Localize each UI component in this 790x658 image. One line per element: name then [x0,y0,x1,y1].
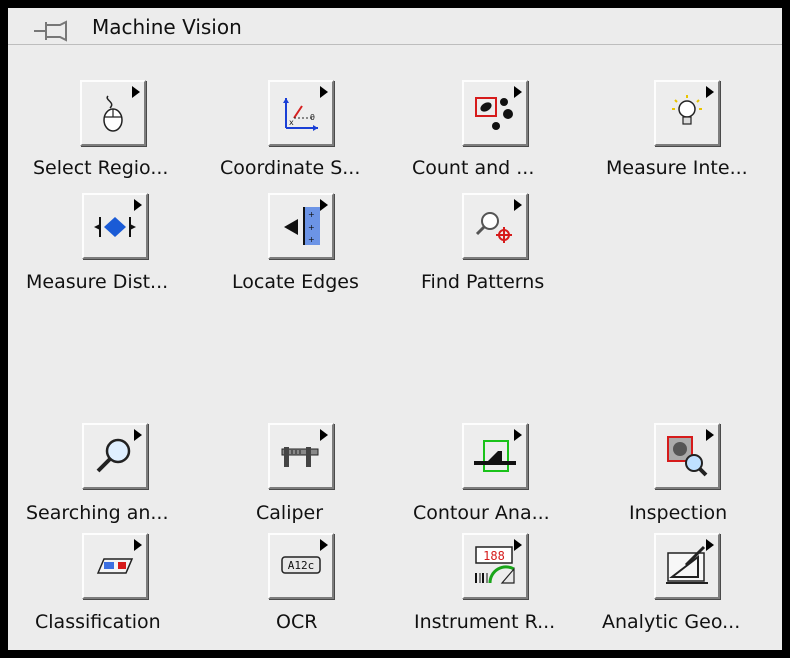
item-label: Instrument R... [414,611,556,633]
palette-panel: Select Regio... x θ Coordinate S... Coun… [8,45,782,650]
caliper-icon [281,447,319,467]
inspection-button[interactable] [654,423,720,489]
item-label: OCR [276,611,318,633]
item-label: Coordinate S... [220,157,361,179]
mouse-select-icon [103,95,123,132]
locate-edges-button[interactable]: + + + [268,193,334,259]
find-patterns-button[interactable] [462,193,528,259]
item-searching-and-matching[interactable]: Searching an... [26,423,226,533]
submenu-arrow-icon [320,429,328,441]
searching-button[interactable] [82,423,148,489]
item-label: Contour Ana... [413,502,550,524]
item-select-region[interactable]: Select Regio... [33,80,233,190]
item-label: Classification [35,611,161,633]
submenu-arrow-icon [706,539,714,551]
submenu-arrow-icon [706,86,714,98]
item-label: Locate Edges [232,271,359,293]
palette-titlebar[interactable]: Machine Vision [8,8,782,45]
select-region-button[interactable] [80,80,146,146]
submenu-arrow-icon [132,86,140,98]
coordinate-system-icon: x θ [283,98,318,131]
submenu-arrow-icon [514,539,522,551]
svg-text:A12c: A12c [288,559,315,572]
instrument-reader-button[interactable]: 188 [462,533,528,599]
submenu-arrow-icon [134,429,142,441]
submenu-arrow-icon [320,199,328,211]
classification-icon [96,558,134,574]
item-coordinate-system[interactable]: x θ Coordinate S... [220,80,420,190]
lightbulb-icon [672,95,702,125]
item-find-patterns[interactable]: Find Patterns [421,193,621,303]
contour-analysis-icon [474,440,516,472]
submenu-arrow-icon [514,199,522,211]
submenu-arrow-icon [134,539,142,551]
pushpin-icon[interactable] [32,18,72,44]
item-label: Analytic Geo... [602,611,741,633]
submenu-arrow-icon [134,199,142,211]
measure-intensity-button[interactable] [654,80,720,146]
caliper-button[interactable] [268,423,334,489]
ocr-button[interactable]: A12c [268,533,334,599]
contour-analysis-button[interactable] [462,423,528,489]
item-label: Select Regio... [33,157,169,179]
analytic-geometry-button[interactable] [654,533,720,599]
instrument-reader-icon: 188 [475,546,515,584]
svg-text:x: x [289,118,294,127]
submenu-arrow-icon [514,429,522,441]
item-label: Searching an... [26,502,169,524]
item-classification[interactable]: Classification [35,533,235,643]
item-count-and-measure[interactable]: Count and ... [412,80,612,190]
count-and-measure-button[interactable] [462,80,528,146]
item-label: Measure Dist... [26,271,169,293]
item-label: Caliper [256,502,324,524]
item-analytic-geometry[interactable]: Analytic Geo... [602,533,790,643]
inspection-icon [667,436,708,477]
item-measure-distance[interactable]: Measure Dist... [26,193,226,303]
svg-text:188: 188 [483,549,505,563]
item-label: Find Patterns [421,271,545,293]
submenu-arrow-icon [706,429,714,441]
measure-distance-button[interactable] [82,193,148,259]
locate-edges-icon: + + + [284,207,320,245]
coordinate-system-button[interactable]: x θ [268,80,334,146]
svg-text:+: + [308,210,315,219]
item-caliper[interactable]: Caliper [232,423,432,533]
svg-text:+: + [308,223,315,232]
svg-text:θ: θ [310,113,315,122]
submenu-arrow-icon [320,86,328,98]
svg-text:+: + [308,235,315,244]
submenu-arrow-icon [320,539,328,551]
find-patterns-icon [475,212,512,243]
analytic-geometry-icon [666,545,708,584]
item-label: Inspection [629,502,728,524]
ocr-icon: A12c [281,556,321,574]
item-locate-edges[interactable]: + + + Locate Edges [232,193,432,303]
item-label: Count and ... [412,157,535,179]
palette-title: Machine Vision [92,15,242,39]
item-label: Measure Inte... [606,157,748,179]
item-instrument-reader[interactable]: 188 Instrument R... [414,533,614,643]
item-contour-analysis[interactable]: Contour Ana... [413,423,613,533]
magnifier-icon [96,438,131,473]
classification-button[interactable] [82,533,148,599]
item-measure-intensity[interactable]: Measure Inte... [606,80,790,190]
submenu-arrow-icon [514,86,522,98]
measure-distance-icon [94,217,136,237]
item-inspection[interactable]: Inspection [629,423,790,533]
count-blobs-icon [475,97,513,130]
